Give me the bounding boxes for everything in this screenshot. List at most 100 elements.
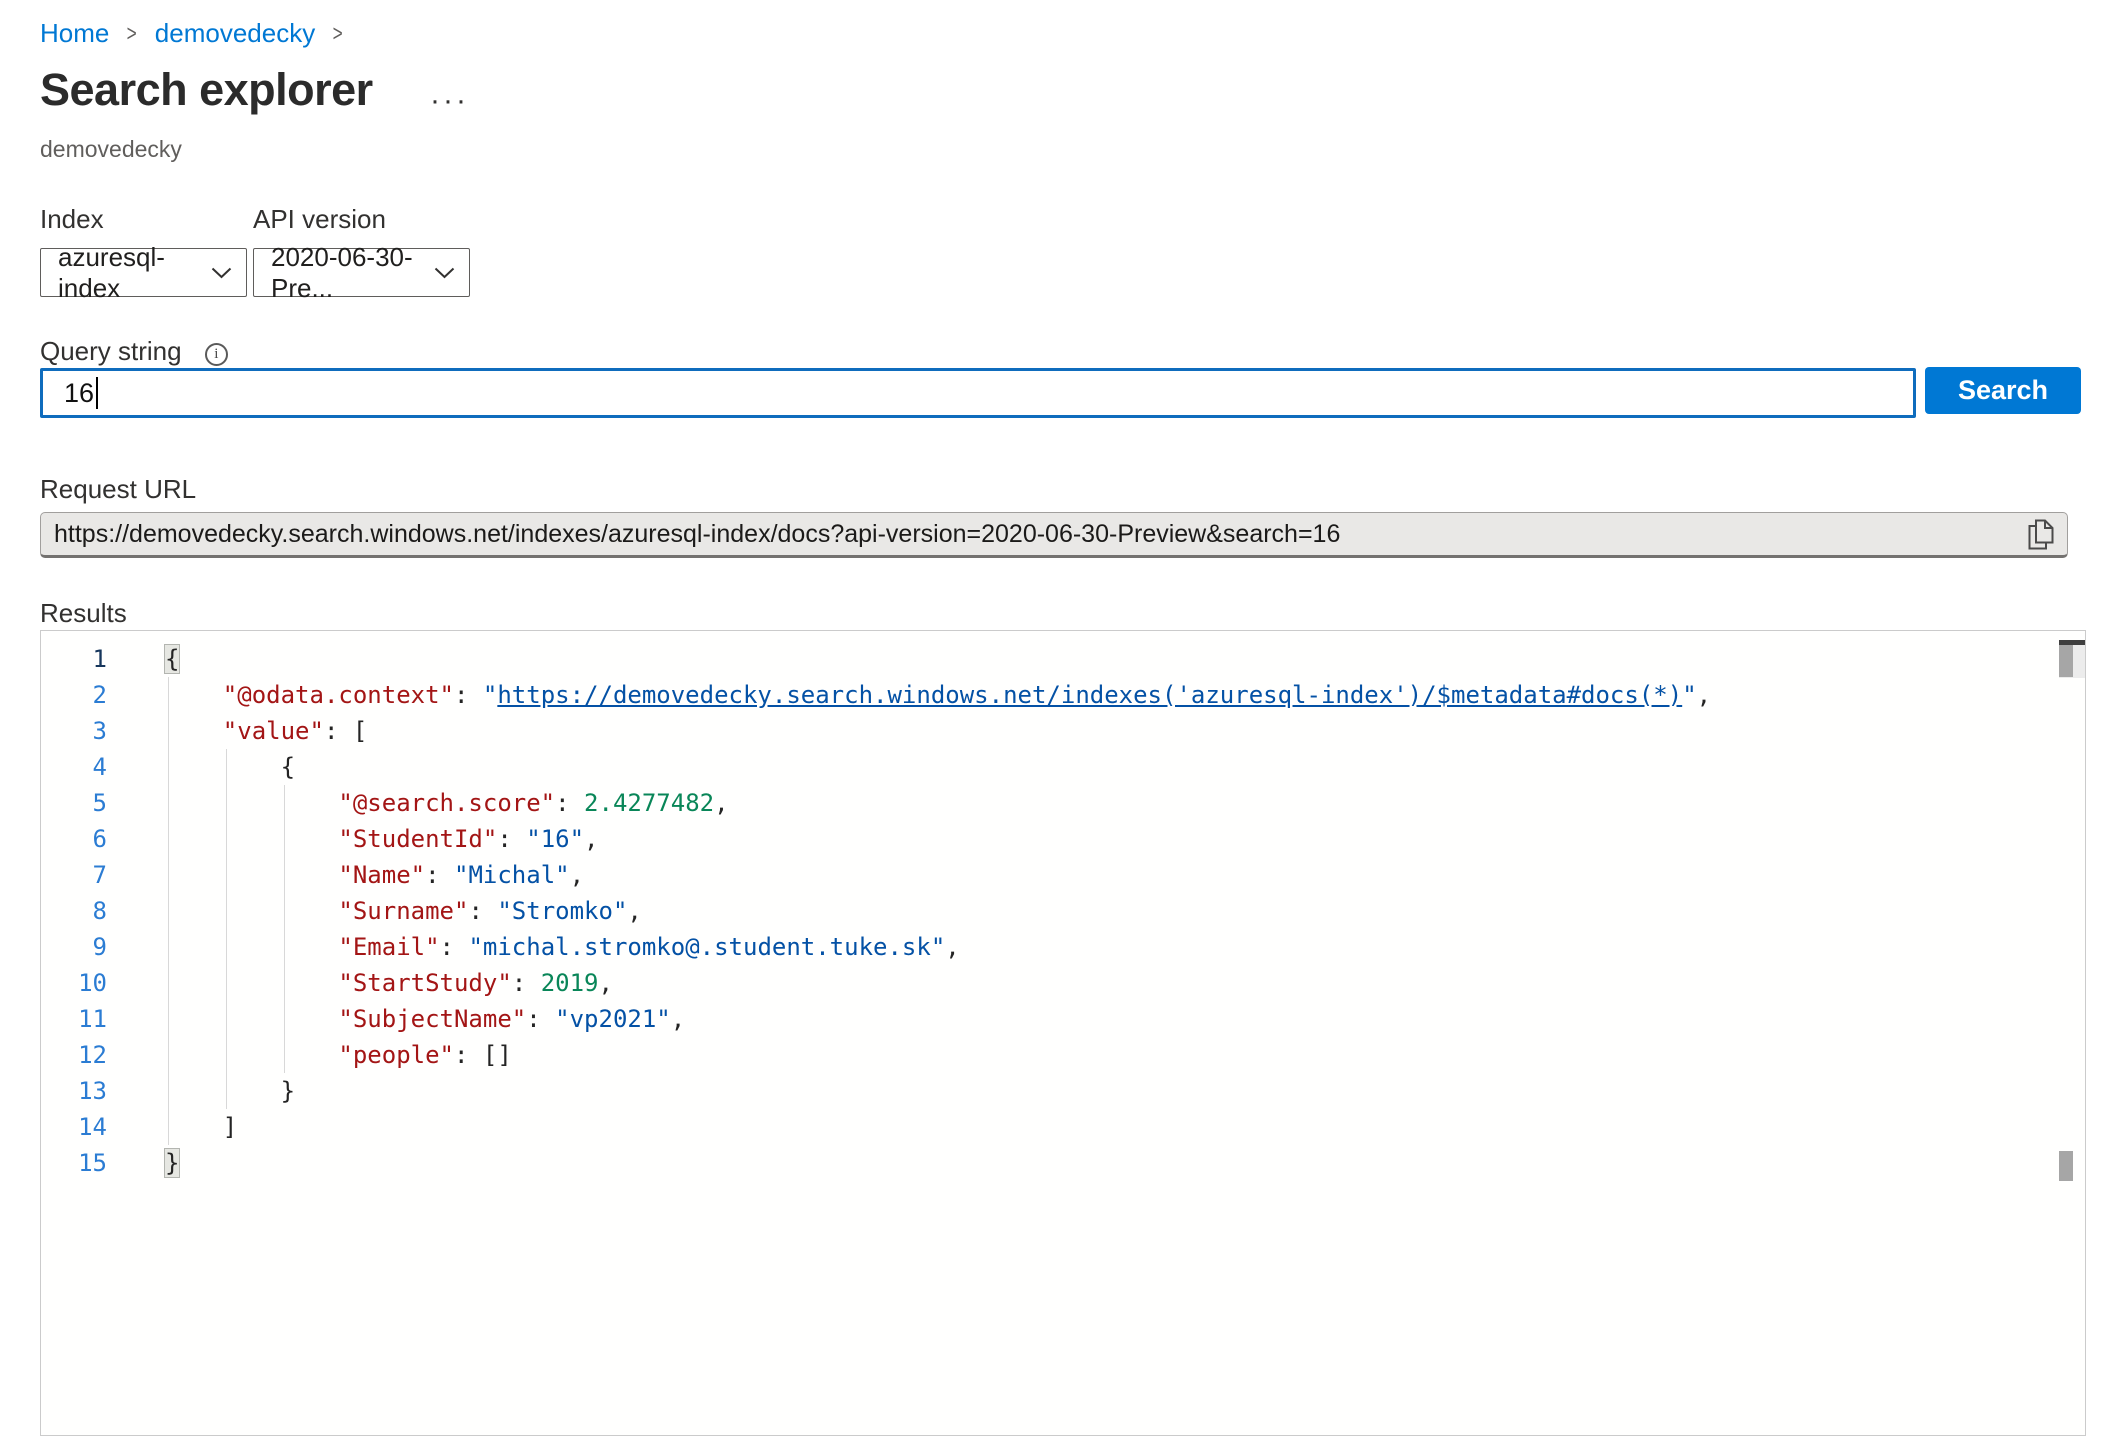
token: " (1682, 681, 1696, 709)
token: , (945, 933, 959, 961)
query-string-label-row: Query string i (40, 336, 228, 367)
token: "Email" (338, 933, 439, 961)
token (165, 717, 223, 745)
token: : (454, 681, 483, 709)
breadcrumb-link-demovedecky[interactable]: demovedecky (155, 18, 315, 49)
code-line: 8 "Surname": "Stromko", (41, 893, 2085, 929)
text-cursor (96, 377, 98, 409)
line-number: 9 (41, 929, 107, 965)
code-line: 7 "Name": "Michal", (41, 857, 2085, 893)
copy-icon[interactable] (2028, 519, 2054, 550)
token: "Surname" (338, 897, 468, 925)
token: "michal.stromko@.student.tuke.sk" (468, 933, 945, 961)
chevron-right-icon: > (127, 20, 137, 47)
code-line: 5 "@search.score": 2.4277482, (41, 785, 2085, 821)
page-subtitle: demovedecky (40, 136, 182, 163)
code-line: 3 "value": [ (41, 713, 2085, 749)
code-line: 9 "Email": "michal.stromko@.student.tuke… (41, 929, 2085, 965)
token: https://demovedecky.search.windows.net/i… (497, 681, 1682, 709)
token: "@search.score" (338, 789, 555, 817)
query-input[interactable]: 16 (40, 368, 1916, 418)
token: , (1697, 681, 1711, 709)
token: "value" (223, 717, 324, 745)
code-line: 15} (41, 1145, 2085, 1181)
code-text: "StartStudy": 2019, (165, 965, 613, 1001)
code-text: "@odata.context": "https://demovedecky.s… (165, 677, 1711, 713)
code-text: ] (165, 1109, 237, 1145)
chevron-down-icon (211, 267, 232, 279)
token: { (165, 645, 179, 673)
code-line: 6 "StudentId": "16", (41, 821, 2085, 857)
token: , (714, 789, 728, 817)
query-input-value: 16 (64, 378, 94, 409)
info-icon[interactable]: i (205, 343, 228, 366)
line-number: 10 (41, 965, 107, 1001)
api-version-dropdown[interactable]: 2020-06-30-Pre... (253, 248, 470, 297)
request-url-field[interactable]: https://demovedecky.search.windows.net/i… (40, 512, 2068, 558)
token: "Michal" (454, 861, 570, 889)
chevron-right-icon: > (333, 20, 343, 47)
line-number: 3 (41, 713, 107, 749)
index-dropdown[interactable]: azuresql-index (40, 248, 247, 297)
token: "StartStudy" (338, 969, 511, 997)
token: "vp2021" (555, 1005, 671, 1033)
token: "people" (338, 1041, 454, 1069)
token: "SubjectName" (338, 1005, 526, 1033)
token: { (165, 753, 295, 781)
token: , (584, 825, 598, 853)
line-number: 8 (41, 893, 107, 929)
code-text: "@search.score": 2.4277482, (165, 785, 729, 821)
line-number: 5 (41, 785, 107, 821)
query-string-label: Query string (40, 336, 182, 366)
token: , (627, 897, 641, 925)
token (165, 789, 338, 817)
indent-guide (168, 677, 169, 1145)
token: " (483, 681, 497, 709)
token: , (598, 969, 612, 997)
code-text: } (165, 1073, 295, 1109)
breadcrumb-link-home[interactable]: Home (40, 18, 109, 49)
indent-guide (284, 785, 285, 1073)
token: : (497, 825, 526, 853)
api-version-label: API version (253, 204, 386, 235)
code-text: "Surname": "Stromko", (165, 893, 642, 929)
code-line: 11 "SubjectName": "vp2021", (41, 1001, 2085, 1037)
more-options-button[interactable]: ··· (430, 86, 469, 116)
token: : (468, 897, 497, 925)
token: "StudentId" (338, 825, 497, 853)
search-button[interactable]: Search (1925, 367, 2081, 414)
code-line: 1{ (41, 641, 2085, 677)
token: : (425, 861, 454, 889)
page-title: Search explorer (40, 64, 373, 116)
index-label: Index (40, 204, 104, 235)
token (165, 1041, 338, 1069)
token: } (165, 1149, 179, 1177)
token: 2019 (541, 969, 599, 997)
token: , (570, 861, 584, 889)
token: "Name" (338, 861, 425, 889)
token: : (526, 1005, 555, 1033)
token: : (440, 933, 469, 961)
code-text: "SubjectName": "vp2021", (165, 1001, 685, 1037)
code-text: { (165, 749, 295, 785)
breadcrumb: Home > demovedecky > (40, 18, 361, 49)
code-line: 2 "@odata.context": "https://demovedecky… (41, 677, 2085, 713)
index-dropdown-value: azuresql-index (58, 242, 201, 304)
line-number: 6 (41, 821, 107, 857)
token (165, 861, 338, 889)
token: "@odata.context" (223, 681, 454, 709)
token (165, 969, 338, 997)
scrollbar-thumb[interactable] (2059, 645, 2073, 677)
token: , (671, 1005, 685, 1033)
code-text: "StudentId": "16", (165, 821, 599, 857)
code-line: 12 "people": [] (41, 1037, 2085, 1073)
api-version-dropdown-value: 2020-06-30-Pre... (271, 242, 424, 304)
request-url-value: https://demovedecky.search.windows.net/i… (54, 520, 1340, 549)
token (165, 681, 223, 709)
code-line: 13 } (41, 1073, 2085, 1109)
line-number: 11 (41, 1001, 107, 1037)
chevron-down-icon (434, 267, 455, 279)
results-editor[interactable]: 1{2 "@odata.context": "https://demovedec… (40, 630, 2086, 1436)
token: ] (165, 1113, 237, 1141)
line-number: 7 (41, 857, 107, 893)
